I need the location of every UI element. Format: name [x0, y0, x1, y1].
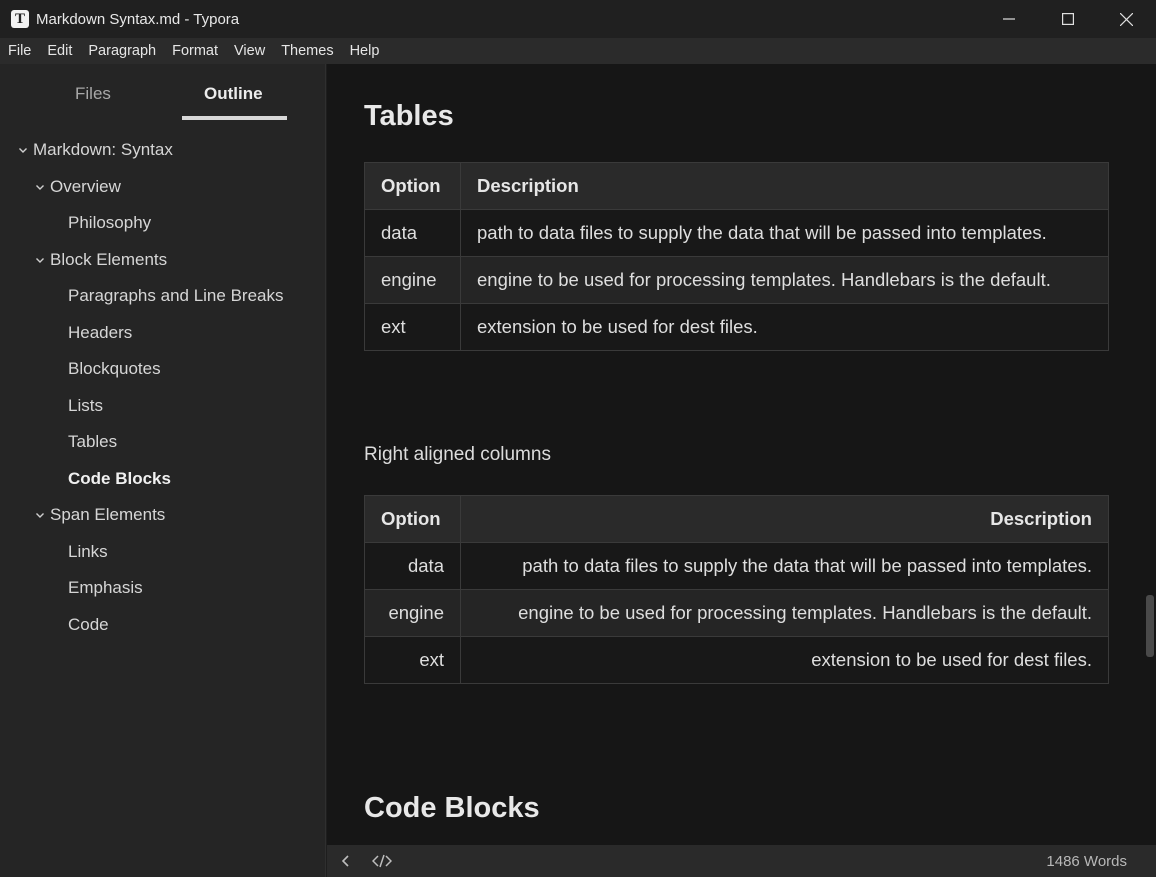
close-icon — [1120, 12, 1133, 26]
outline-item-label: Paragraphs and Line Breaks — [68, 286, 284, 305]
source-code-icon[interactable] — [371, 853, 393, 874]
typora-app-icon: T — [11, 10, 29, 28]
table-cell[interactable]: engine — [364, 256, 461, 304]
outline-item-code[interactable]: Code — [68, 615, 109, 635]
table-cell[interactable]: data — [364, 209, 461, 257]
table-row: data path to data files to supply the da… — [364, 542, 1109, 590]
outline-item-blockquotes[interactable]: Blockquotes — [68, 359, 161, 379]
maximize-button[interactable] — [1038, 0, 1097, 38]
table-cell[interactable]: engine to be used for processing templat… — [460, 256, 1109, 304]
outline-item-label: Blockquotes — [68, 359, 161, 378]
table-header-cell[interactable]: Option — [364, 495, 461, 543]
tab-outline[interactable]: Outline — [204, 84, 263, 104]
outline-item-label: Markdown: Syntax — [33, 140, 173, 159]
minimize-icon — [1002, 18, 1015, 20]
paragraph-right-aligned[interactable]: Right aligned columns — [364, 444, 551, 466]
outline-item-label: Overview — [50, 177, 121, 196]
minimize-button[interactable] — [979, 0, 1038, 38]
outline-item-span-elements[interactable]: Span Elements — [33, 505, 165, 525]
maximize-icon — [1061, 13, 1074, 25]
outline-item-lists[interactable]: Lists — [68, 396, 103, 416]
title-bar: T Markdown Syntax.md - Typora — [0, 0, 1156, 38]
table-options[interactable]: Option Description data path to data fil… — [364, 162, 1109, 351]
menu-format[interactable]: Format — [164, 43, 226, 59]
table-row: data path to data files to supply the da… — [364, 209, 1109, 257]
table-header-cell[interactable]: Description — [460, 495, 1109, 543]
outline-item-label: Block Elements — [50, 250, 168, 269]
menu-file[interactable]: File — [0, 43, 39, 59]
window-controls — [979, 0, 1156, 38]
outline-item-label: Span Elements — [50, 505, 166, 524]
table-header-row: Option Description — [364, 495, 1109, 543]
table-cell[interactable]: ext — [364, 636, 461, 684]
table-row: engine engine to be used for processing … — [364, 589, 1109, 637]
table-cell[interactable]: path to data files to supply the data th… — [460, 542, 1109, 590]
menu-themes[interactable]: Themes — [273, 43, 341, 59]
table-cell[interactable]: engine — [364, 589, 461, 637]
table-header-row: Option Description — [364, 162, 1109, 210]
outline-item-emphasis[interactable]: Emphasis — [68, 578, 143, 598]
table-cell[interactable]: path to data files to supply the data th… — [460, 209, 1109, 257]
chevron-left-icon[interactable] — [340, 853, 352, 874]
outline-item-block-elements[interactable]: Block Elements — [33, 250, 167, 270]
menu-paragraph[interactable]: Paragraph — [80, 43, 164, 59]
status-bar: 1486 Words — [327, 845, 1156, 877]
menu-view[interactable]: View — [226, 43, 273, 59]
chevron-down-icon[interactable] — [33, 253, 47, 267]
outline-item-links[interactable]: Links — [68, 542, 108, 562]
tab-files[interactable]: Files — [75, 84, 111, 104]
table-cell[interactable]: extension to be used for dest files. — [460, 636, 1109, 684]
table-cell[interactable]: ext — [364, 303, 461, 351]
table-right-aligned[interactable]: Option Description data path to data fil… — [364, 495, 1109, 684]
menu-help[interactable]: Help — [342, 43, 388, 59]
outline-item-markdown-syntax[interactable]: Markdown: Syntax — [16, 140, 173, 160]
word-count[interactable]: 1486 Words — [1046, 853, 1127, 870]
chevron-down-icon[interactable] — [33, 180, 47, 194]
outline-item-label: Lists — [68, 396, 103, 415]
window-title: Markdown Syntax.md - Typora — [36, 10, 240, 28]
table-header-cell[interactable]: Option — [364, 162, 461, 210]
sidebar: Files Outline Markdown: Syntax Overview … — [0, 64, 326, 877]
outline-item-label: Code — [68, 615, 109, 634]
close-button[interactable] — [1097, 0, 1156, 38]
table-cell[interactable]: engine to be used for processing templat… — [460, 589, 1109, 637]
table-cell[interactable]: data — [364, 542, 461, 590]
menu-bar: File Edit Paragraph Format View Themes H… — [0, 38, 1156, 64]
outline-item-overview[interactable]: Overview — [33, 177, 121, 197]
table-row: engine engine to be used for processing … — [364, 256, 1109, 304]
outline-item-label: Links — [68, 542, 108, 561]
chevron-down-icon[interactable] — [16, 143, 30, 157]
outline-item-code-blocks[interactable]: Code Blocks — [68, 469, 171, 489]
editor-area[interactable]: Tables Option Description data path to d… — [327, 64, 1156, 845]
outline-item-headers[interactable]: Headers — [68, 323, 132, 343]
chevron-down-icon[interactable] — [33, 508, 47, 522]
heading-code-blocks[interactable]: Code Blocks — [364, 792, 540, 825]
table-cell[interactable]: extension to be used for dest files. — [460, 303, 1109, 351]
outline-item-philosophy[interactable]: Philosophy — [68, 213, 151, 233]
heading-tables[interactable]: Tables — [364, 100, 454, 133]
editor-scrollbar-thumb[interactable] — [1146, 595, 1154, 657]
active-tab-indicator — [182, 116, 287, 120]
table-header-cell[interactable]: Description — [460, 162, 1109, 210]
outline-item-label: Philosophy — [68, 213, 152, 232]
sidebar-tabs: Files Outline — [0, 64, 326, 124]
outline-item-label: Headers — [68, 323, 133, 342]
outline-item-label: Code Blocks — [68, 469, 171, 488]
outline-item-label: Tables — [68, 432, 118, 451]
outline-item-paragraphs[interactable]: Paragraphs and Line Breaks — [68, 286, 283, 306]
outline-item-label: Emphasis — [68, 578, 143, 597]
menu-edit[interactable]: Edit — [39, 43, 80, 59]
outline-item-tables[interactable]: Tables — [68, 432, 117, 452]
table-row: ext extension to be used for dest files. — [364, 636, 1109, 684]
table-row: ext extension to be used for dest files. — [364, 303, 1109, 351]
